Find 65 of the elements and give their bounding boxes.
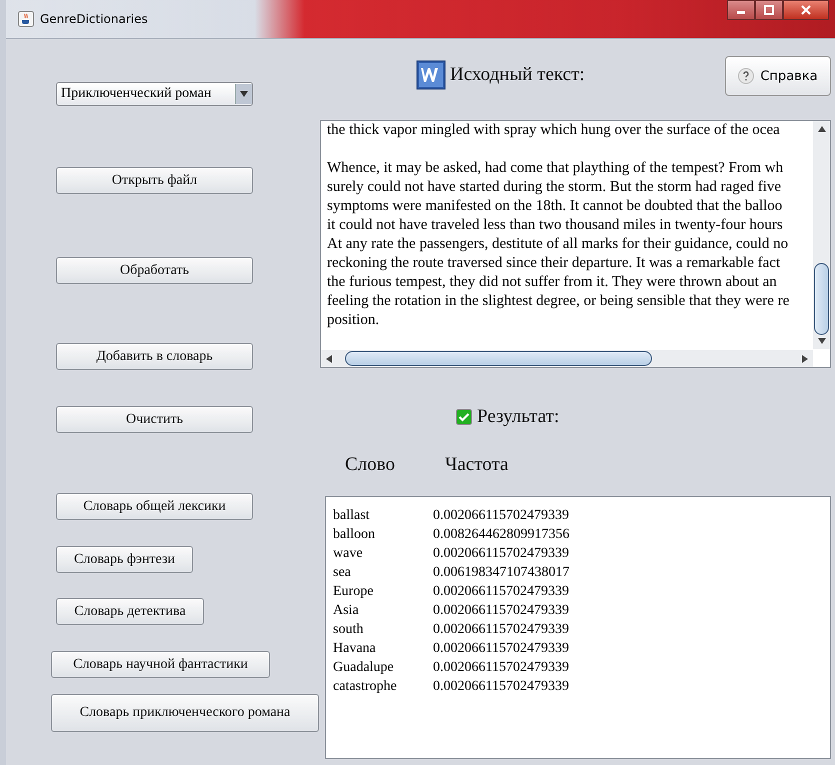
checkbox[interactable] [456, 409, 472, 425]
action-button[interactable]: Обработать [56, 257, 253, 284]
up-arrow-icon [818, 125, 826, 133]
text-line: it could not have traveled less than two thousand miles in twenty-four hours [327, 216, 784, 235]
section-heading: Результат: [477, 406, 560, 428]
column-header: Слово [345, 454, 395, 476]
action-button[interactable]: Добавить в словарь [56, 343, 253, 370]
table-cell-text: catastrophe [333, 678, 398, 696]
table-cell-text: 0.002066115702479339 [433, 583, 569, 601]
text-line: reckoning the route traversed since their departure. It was a remarkable fact [327, 254, 782, 273]
action-button[interactable]: Открыть файл [56, 167, 253, 194]
text-area[interactable] [320, 120, 831, 368]
horizontal-scrollbar[interactable] [321, 350, 813, 367]
coffee-cup-icon [18, 11, 34, 27]
table-cell-text: south [333, 621, 364, 639]
table-cell-text: 0.002066115702479339 [433, 602, 569, 620]
text-line: the thick vapor mingled with spray which hung over the surface of the ocea [327, 121, 781, 140]
text-line: At any rate the passengers, destitute of all marks for their guidance, could no [327, 235, 790, 254]
section-heading: Исходный текст: [450, 64, 585, 86]
maximize-button[interactable] [755, 0, 783, 20]
action-button[interactable]: Очистить [56, 406, 253, 433]
text-line: the furious tempest, they did not suffer from it. They were thrown about an [327, 273, 778, 292]
close-button[interactable] [783, 0, 829, 20]
table-cell-text: 0.008264462809917356 [433, 526, 570, 544]
table-cell-text: 0.002066115702479339 [433, 545, 569, 563]
action-button[interactable]: Словарь общей лексики [56, 493, 253, 520]
table-cell-text: 0.002066115702479339 [433, 621, 569, 639]
table-cell-text: 0.002066115702479339 [433, 640, 569, 658]
help-button[interactable]: Справка [725, 56, 831, 96]
column-header: Частота [445, 454, 508, 476]
text-line: Whence, it may be asked, had come that plaything of the tempest? From wh [327, 159, 784, 178]
close-icon [801, 5, 811, 15]
table-cell-text: ballast [333, 507, 371, 525]
maximize-icon [764, 5, 774, 15]
action-button[interactable]: Словарь приключенческого романа [51, 694, 319, 732]
text-line: feeling the rotation in the slightest degree, or being sensible that they were re [327, 292, 790, 311]
caret-icon [240, 91, 248, 97]
genre-dropdown[interactable]: Приключенческий роман [56, 82, 253, 106]
table-cell-text: sea [333, 564, 352, 582]
table-cell-text: 0.002066115702479339 [433, 659, 569, 677]
text-line: symptoms were manifested on the 18th. It cannot be doubted that the balloo [327, 197, 784, 216]
text-line: surely could not have started during the storm. But the storm had raged five [327, 178, 782, 197]
table-cell-text: Havana [333, 640, 377, 658]
right-arrow-icon [801, 354, 809, 362]
scroll-thumb[interactable] [814, 263, 829, 335]
table-cell-text: 0.006198347107438017 [433, 564, 570, 582]
down-arrow-icon [818, 337, 826, 345]
document-w-icon [416, 60, 446, 90]
table-cell-text: Europe [333, 583, 374, 601]
action-button[interactable]: Словарь фэнтези [56, 546, 193, 573]
table-cell-text: wave [333, 545, 364, 563]
window-title: GenreDictionaries [40, 12, 148, 26]
minimize-button[interactable] [727, 0, 755, 20]
left-arrow-icon [325, 354, 333, 362]
action-button[interactable]: Словарь детектива [56, 598, 204, 625]
text-line: position. [327, 311, 380, 330]
scroll-thumb[interactable] [345, 351, 652, 366]
table-cell-text: 0.002066115702479339 [433, 678, 569, 696]
table-cell-text: 0.002066115702479339 [433, 507, 569, 525]
table-cell-text: balloon [333, 526, 376, 544]
table-cell-text: Guadalupe [333, 659, 395, 677]
help-icon [738, 68, 754, 84]
action-button[interactable]: Словарь научной фантастики [51, 651, 270, 678]
table-cell-text: Asia [333, 602, 360, 620]
vertical-scrollbar[interactable] [813, 121, 830, 349]
